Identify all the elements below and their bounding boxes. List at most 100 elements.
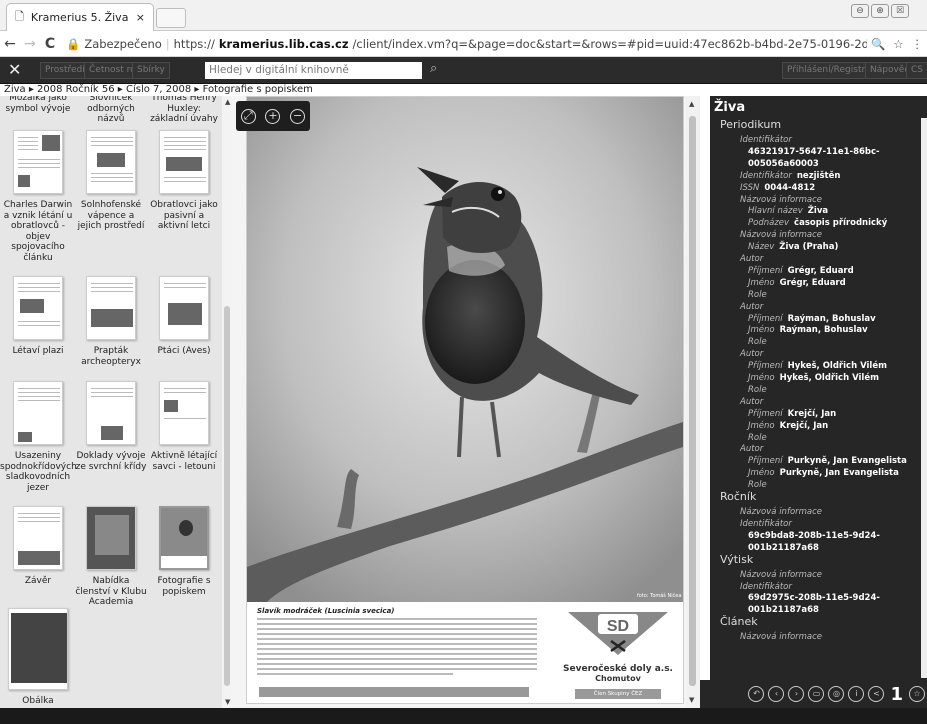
sd-logo-icon: SD: [568, 612, 668, 655]
thumbnail-item[interactable]: Prapták archeopteryx: [75, 276, 147, 367]
metadata-row: Jméno Purkyně, Jan Evangelista: [748, 468, 899, 478]
search-icon[interactable]: ⌕: [430, 61, 437, 76]
viewer-scrollbar[interactable]: ▲ ▼: [686, 96, 700, 708]
address-bar: ← → C 🔒 Zabezpečeno | https://kramerius.…: [0, 31, 927, 57]
logo-icon[interactable]: ✕: [8, 60, 21, 79]
metadata-key: Jméno: [748, 420, 775, 431]
thumbnail-label: Thomas Henry Huxley: základní úvahy: [150, 96, 218, 124]
page-thumbnail: [159, 276, 209, 340]
reload-icon[interactable]: C: [40, 36, 60, 52]
metadata-row: Role: [748, 480, 772, 490]
metadata-key: Identifikátor: [740, 135, 792, 145]
metadata-toolbar: ↶ ‹ › ▭ ◎ i < 1 ☆: [700, 680, 927, 708]
menu-icon[interactable]: ⋮: [912, 37, 924, 51]
metadata-value: Grégr, Eduard: [779, 277, 846, 288]
thumbnail-item[interactable]: Závěr: [2, 506, 74, 587]
thumbnail-item[interactable]: Létaví plazi: [2, 276, 74, 357]
metadata-row: 69d2975c-208b-11e5-9d24-: [748, 593, 880, 603]
metadata-key: Názvová informace: [740, 194, 823, 205]
metadata-value: Purkyně, Jan Evangelista: [779, 468, 899, 479]
maximize-button[interactable]: ⊕: [871, 4, 889, 18]
thumbnail-item[interactable]: Aktivně létající savci - letouni: [148, 381, 220, 472]
metadata-row: Role: [748, 290, 772, 300]
forward-icon[interactable]: →: [20, 36, 40, 52]
metadata-key: Role: [748, 289, 767, 300]
previous-page-icon[interactable]: ‹: [768, 686, 785, 702]
fullscreen-icon[interactable]: ⤢: [240, 108, 256, 124]
nav-button-environment[interactable]: Prostředí: [40, 62, 90, 79]
thumbnail-item[interactable]: Mozaika jako symbol vývoje: [2, 96, 74, 114]
metadata-key: Příjmení: [748, 313, 783, 324]
thumbnail-item[interactable]: Fotografie s popiskem: [148, 506, 220, 597]
caption-block: Slavík modráček (Luscinia svecica): [257, 607, 537, 678]
metadata-key: Jméno: [748, 468, 775, 479]
zoom-icon[interactable]: 🔍: [871, 37, 885, 51]
metadata-row: Autor: [740, 302, 768, 312]
nav-button-collections[interactable]: Sbírky: [132, 62, 170, 79]
next-page-icon[interactable]: ›: [788, 686, 805, 702]
tab-title: Kramerius 5. Živa: [30, 11, 129, 24]
metadata-row: Příjmení Grégr, Eduard: [748, 266, 854, 276]
metadata-section-label: Periodikum: [720, 118, 782, 131]
breadcrumb[interactable]: Živa ▸ 2008 Ročník 56 ▸ Číslo 7, 2008 ▸ …: [0, 84, 700, 96]
thumbnail-item[interactable]: Obratlovci jako pasivní a aktivní letci: [148, 130, 220, 232]
metadata-row: Jméno Grégr, Eduard: [748, 278, 846, 288]
thumbnail-panel: Mozaika jako symbol vývoje Slovníček odb…: [0, 96, 222, 708]
metadata-value: Živa: [807, 206, 829, 217]
metadata-scrollbar[interactable]: [921, 118, 927, 678]
thumbnail-label: Doklady vývoje ze svrchní křídy: [75, 451, 147, 472]
page-thumbnail: [13, 130, 63, 194]
metadata-row: Autor: [740, 349, 768, 359]
new-tab-button[interactable]: [156, 8, 186, 28]
search-input[interactable]: Hledej v digitální knihovně: [205, 62, 422, 79]
metadata-section: Periodikum: [720, 118, 782, 131]
metadata-value: nezjištěn: [796, 170, 841, 181]
thumbnail-item[interactable]: Doklady vývoje ze svrchní křídy: [75, 381, 147, 472]
metadata-row: Příjmení Raýman, Bohuslav: [748, 314, 876, 324]
browser-tab[interactable]: 🗋 Kramerius 5. Živa ×: [6, 3, 154, 31]
metadata-key: Autor: [740, 349, 764, 360]
thumbnail-item[interactable]: Ptáci (Aves): [148, 276, 220, 357]
thumbnail-label: Prapták archeopteryx: [81, 346, 141, 367]
thumbnail-item[interactable]: Nabídka členství v Klubu Academia: [75, 506, 147, 608]
metadata-value: 69c9bda8-208b-11e5-9d24-: [748, 530, 880, 541]
lock-icon: 🔒: [66, 36, 81, 51]
thumbnail-item[interactable]: Slovníček odborných názvů: [75, 96, 147, 125]
metadata-row: 001b21187a68: [748, 543, 819, 553]
page-thumbnail: [86, 506, 136, 570]
bird-photo: [247, 97, 683, 602]
metadata-row: Role: [748, 385, 772, 395]
share-icon[interactable]: <: [868, 686, 885, 702]
back-icon[interactable]: ←: [0, 36, 20, 52]
metadata-section-label: Ročník: [720, 490, 757, 503]
zoom-out-icon[interactable]: −: [290, 108, 306, 124]
zoom-in-icon[interactable]: +: [265, 108, 281, 124]
metadata-key: Příjmení: [748, 456, 783, 467]
url-field[interactable]: 🔒 Zabezpečeno | https://kramerius.lib.ca…: [66, 37, 867, 51]
favorite-icon[interactable]: ☆: [909, 686, 925, 702]
thumbnail-scrollbar[interactable]: ▲ ▼: [222, 96, 232, 708]
close-window-button[interactable]: ☒: [891, 4, 909, 18]
metadata-row: Názvová informace: [740, 632, 827, 642]
pdf-icon[interactable]: ▭: [808, 686, 825, 702]
metadata-key: Názvová informace: [740, 230, 823, 241]
language-button[interactable]: CS: [906, 62, 927, 79]
thumbnail-label: Mozaika jako symbol vývoje: [5, 96, 71, 114]
tab-close-icon[interactable]: ×: [136, 11, 145, 24]
metadata-key: ISSN: [740, 182, 760, 193]
page-image[interactable]: foto: Tomáš Ničea Slavík modráček (Lusci…: [246, 96, 684, 704]
info-icon[interactable]: i: [848, 686, 865, 702]
star-icon[interactable]: ☆: [893, 37, 903, 51]
thumbnail-item[interactable]: Usazeniny spodnokřídových sladkovodních …: [0, 381, 77, 493]
metadata-row: Názvová informace: [740, 570, 827, 580]
thumbnail-item[interactable]: Charles Darwin a vznik létání u obratlov…: [0, 130, 76, 263]
metadata-section: Výtisk: [720, 554, 753, 565]
thumbnail-item[interactable]: Obálka: [2, 608, 74, 707]
minimize-button[interactable]: ⊖: [851, 4, 869, 18]
rotate-icon[interactable]: ↶: [748, 686, 765, 702]
search-in-doc-icon[interactable]: ◎: [828, 686, 845, 702]
thumbnail-item[interactable]: Solnhofenské vápence a jejich prostředí: [75, 130, 147, 232]
metadata-row: Podnázev časopis přírodnický: [748, 218, 887, 228]
page-thumbnail: [13, 506, 63, 570]
thumbnail-item[interactable]: Thomas Henry Huxley: základní úvahy: [148, 96, 220, 125]
